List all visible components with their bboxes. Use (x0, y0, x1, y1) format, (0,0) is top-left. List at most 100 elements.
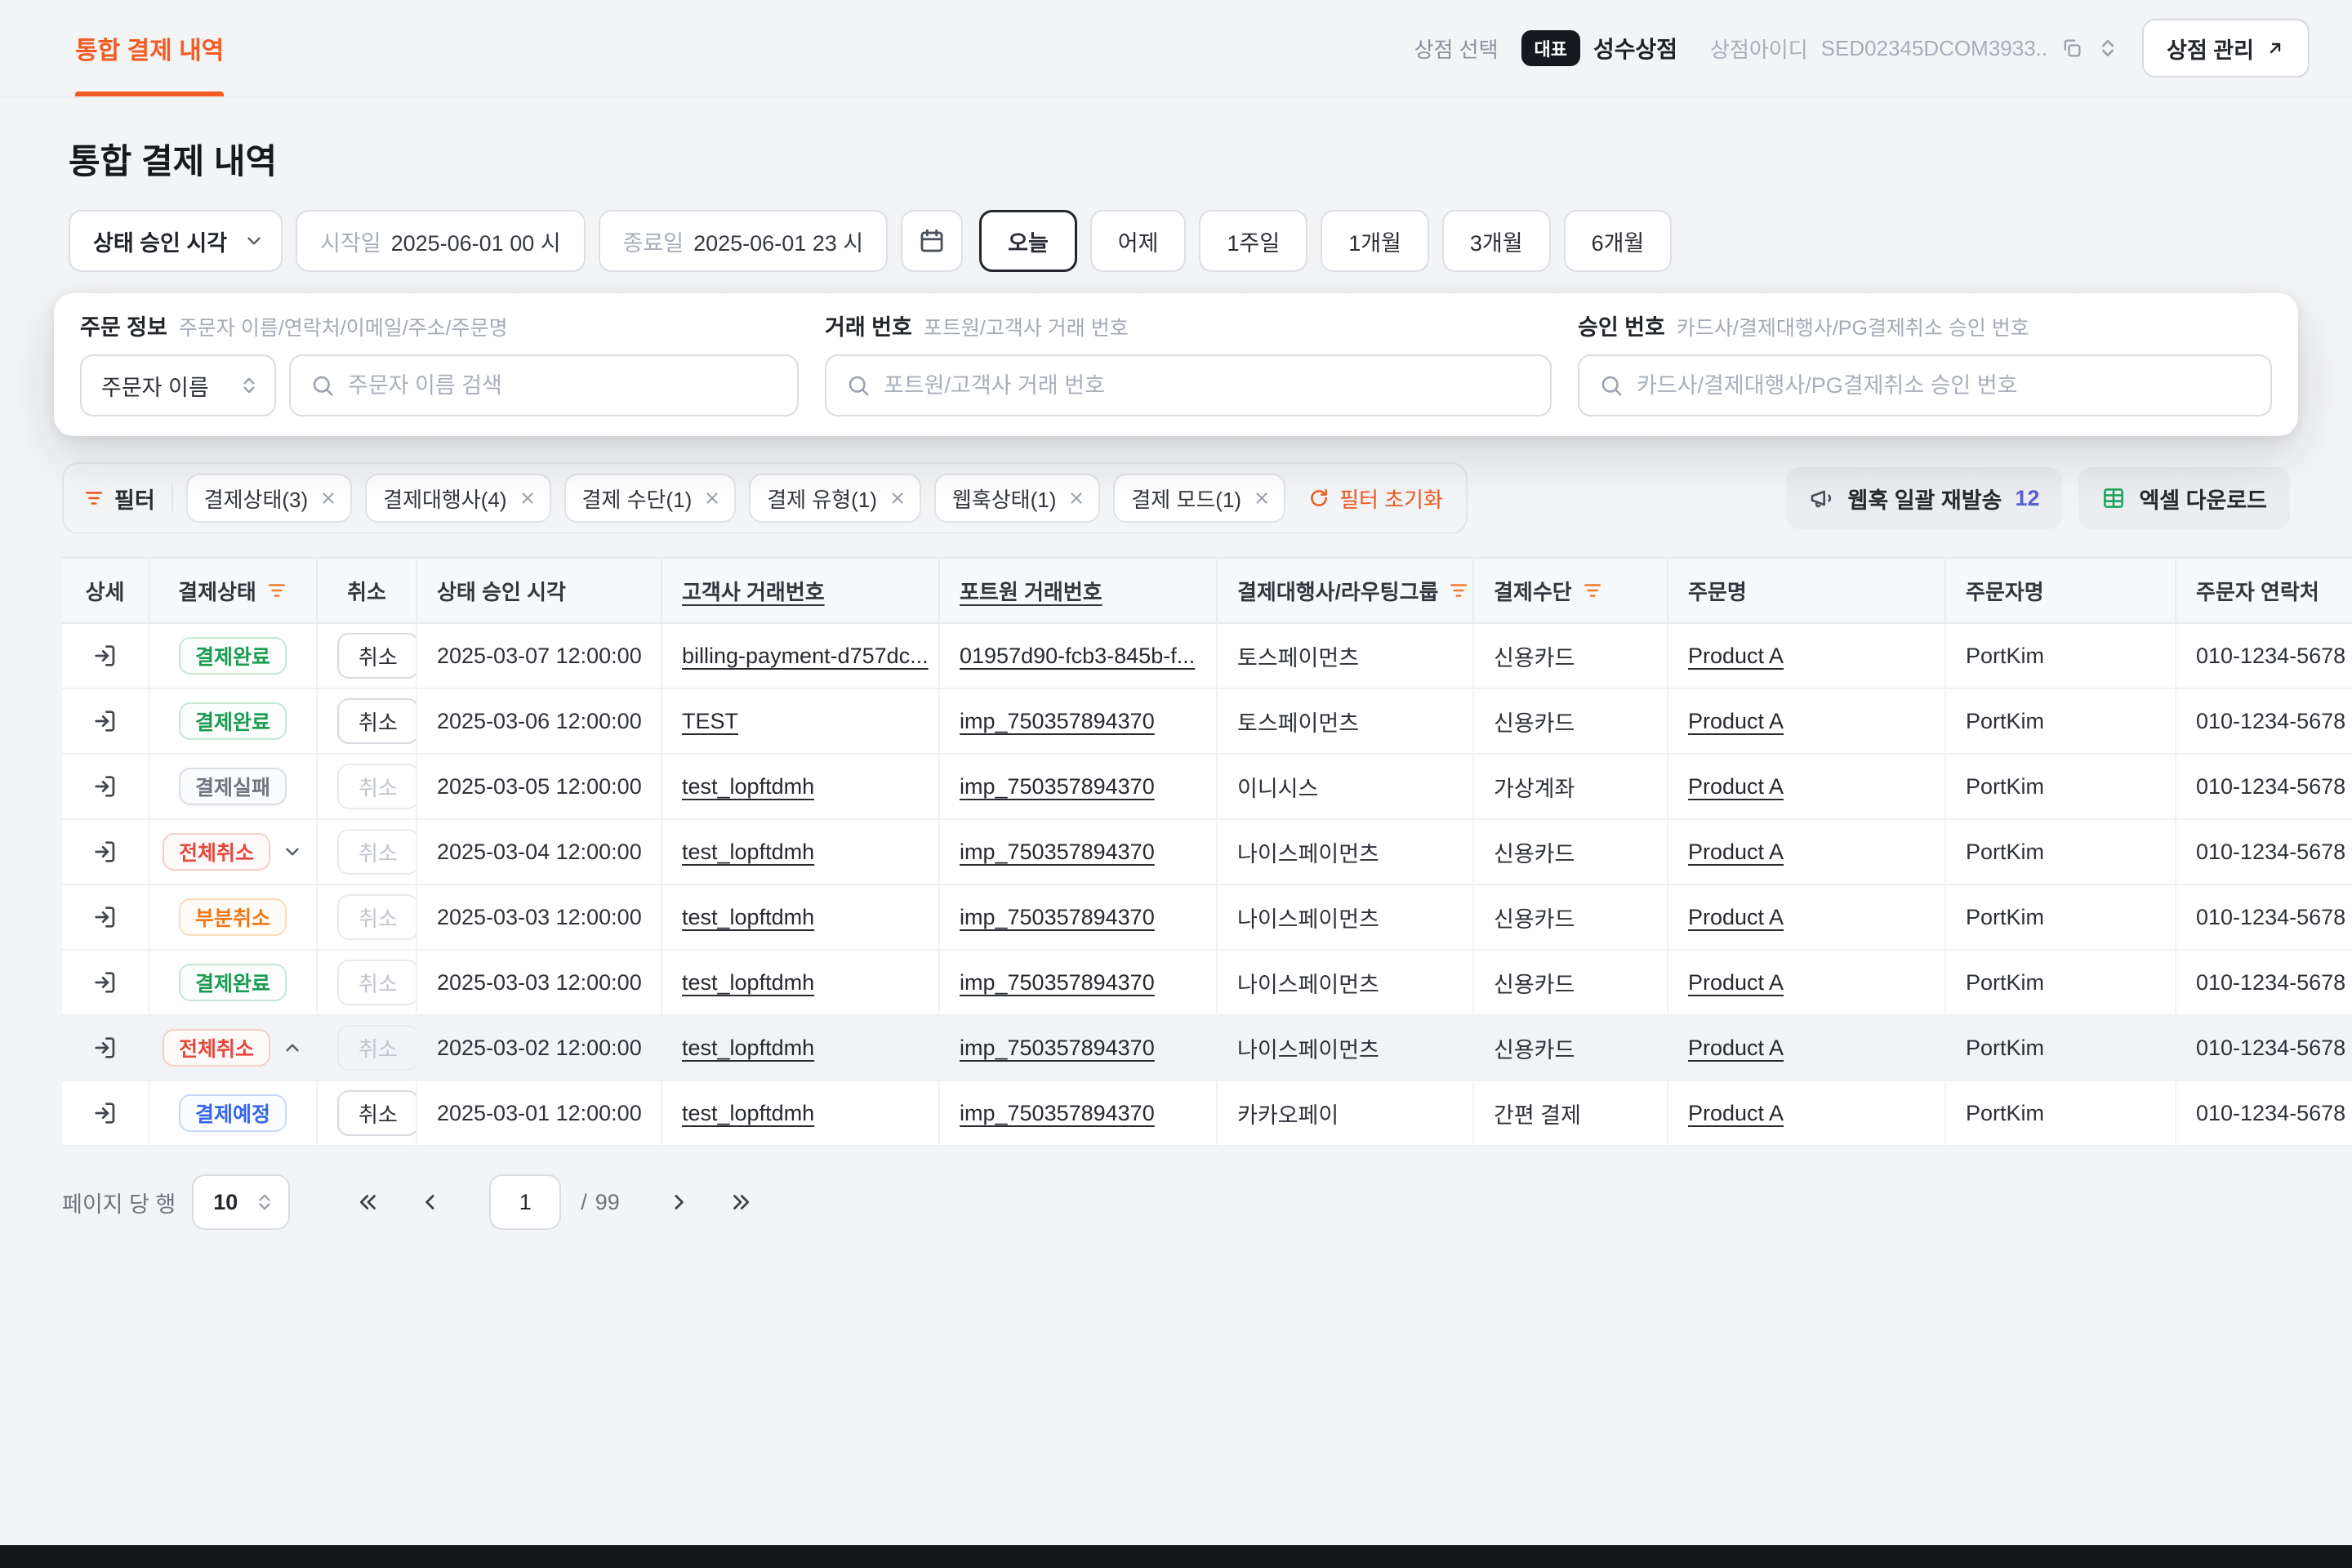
quick-range-button[interactable]: 1개월 (1321, 210, 1429, 272)
copy-icon[interactable] (2060, 37, 2083, 60)
cancel-button[interactable]: 취소 (337, 633, 416, 679)
row-detail-button[interactable] (91, 903, 119, 931)
first-page-button[interactable] (342, 1176, 394, 1228)
portone-tx-link[interactable]: imp_750357894370 (960, 774, 1155, 799)
close-icon[interactable] (1253, 489, 1271, 507)
row-detail-button[interactable] (91, 969, 119, 996)
payment-status-badge: 결제완료 (179, 637, 287, 675)
webhook-resend-button[interactable]: 웹훅 일괄 재발송 12 (1786, 467, 2063, 529)
portone-tx-link[interactable]: imp_750357894370 (960, 905, 1155, 929)
order-search-field-select[interactable]: 주문자 이름 (80, 354, 276, 416)
column-header[interactable]: 고객사 거래번호 (662, 558, 939, 623)
store-picker[interactable]: 대표 성수상점 상점아이디 SED02345DCOM3933.. (1521, 30, 2120, 66)
order-name-link[interactable]: Product A (1688, 905, 1784, 929)
customer-phone: 010-1234-5678 (2176, 1080, 2352, 1146)
row-detail-button[interactable] (91, 1034, 119, 1062)
start-date-input[interactable]: 시작일 2025-06-01 00 시 (296, 210, 586, 272)
portone-tx-link[interactable]: 01957d90-fcb3-845b-f... (960, 644, 1195, 668)
quick-range-button[interactable]: 1주일 (1199, 210, 1307, 272)
merchant-tx-link[interactable]: test_lopftdmh (682, 840, 814, 864)
store-manage-button[interactable]: 상점 관리 (2142, 19, 2310, 78)
merchant-tx-link[interactable]: test_lopftdmh (682, 970, 814, 995)
portone-tx-link[interactable]: imp_750357894370 (960, 840, 1155, 864)
rows-per-page-select[interactable]: 10 (192, 1174, 290, 1230)
order-search-input[interactable] (348, 373, 777, 399)
filter-chip[interactable]: 결제 모드(1) (1113, 474, 1285, 523)
close-icon[interactable] (319, 489, 337, 507)
close-icon[interactable] (703, 489, 721, 507)
approval-number-search-input[interactable] (1637, 373, 2251, 399)
column-header[interactable]: 포트원 거래번호 (939, 558, 1217, 623)
filter-chip[interactable]: 결제 수단(1) (564, 474, 737, 523)
page-number-input[interactable] (489, 1174, 561, 1230)
filter-button[interactable]: 필터 (80, 483, 158, 514)
cancel-button[interactable]: 취소 (337, 698, 416, 744)
filter-chip[interactable]: 결제상태(3) (186, 474, 352, 523)
chevron-down-icon (243, 230, 265, 252)
row-detail-button[interactable] (91, 773, 119, 800)
row-detail-button[interactable] (91, 642, 119, 670)
order-name-link[interactable]: Product A (1688, 709, 1784, 733)
merchant-tx-link[interactable]: test_lopftdmh (682, 1101, 814, 1125)
excel-download-button[interactable]: 엑셀 다운로드 (2078, 467, 2290, 529)
customer-name: PortKim (1945, 688, 2176, 754)
row-detail-button[interactable] (91, 1099, 119, 1127)
chevron-up-icon[interactable] (282, 1037, 303, 1058)
close-icon[interactable] (519, 489, 537, 507)
section-subtitle: 주문자 이름/연락처/이메일/주소/주문명 (179, 312, 508, 341)
customer-name: PortKim (1945, 1015, 2176, 1080)
merchant-tx-link[interactable]: TEST (682, 709, 738, 733)
row-detail-button[interactable] (91, 707, 119, 735)
next-page-button[interactable] (653, 1176, 705, 1228)
chevron-down-icon[interactable] (282, 841, 303, 862)
portone-tx-link[interactable]: imp_750357894370 (960, 970, 1155, 995)
filter-chip[interactable]: 웹훅상태(1) (934, 474, 1100, 523)
merchant-tx-link[interactable]: test_lopftdmh (682, 774, 814, 799)
quick-range-button[interactable]: 오늘 (979, 210, 1077, 272)
prev-page-button[interactable] (404, 1176, 457, 1228)
filter-reset-button[interactable]: 필터 초기화 (1302, 483, 1450, 514)
rows-per-page-label: 페이지 당 행 (62, 1187, 176, 1218)
close-icon[interactable] (1067, 489, 1085, 507)
order-name-link[interactable]: Product A (1688, 774, 1784, 799)
tx-number-search-input[interactable] (884, 373, 1530, 399)
portone-tx-link[interactable]: imp_750357894370 (960, 1101, 1155, 1125)
section-title: 주문 정보 (80, 310, 167, 341)
column-filter-icon[interactable] (1448, 580, 1469, 601)
column-header[interactable]: 결제대행사/라우팅그룹 (1217, 558, 1473, 623)
quick-range-button[interactable]: 어제 (1090, 210, 1187, 272)
merchant-tx-link[interactable]: test_lopftdmh (682, 905, 814, 929)
tab-integrated-payments[interactable]: 통합 결제 내역 (75, 0, 224, 96)
filter-chip[interactable]: 결제 유형(1) (749, 474, 921, 523)
detail-enter-icon (91, 969, 119, 996)
last-page-button[interactable] (715, 1176, 767, 1228)
row-detail-button[interactable] (91, 838, 119, 866)
cancel-button[interactable]: 취소 (337, 1090, 416, 1136)
column-filter-icon[interactable] (1582, 580, 1603, 601)
order-name-link[interactable]: Product A (1688, 1036, 1784, 1060)
portone-tx-link[interactable]: imp_750357894370 (960, 709, 1155, 733)
payment-method: 신용카드 (1473, 688, 1668, 754)
order-name-link[interactable]: Product A (1688, 970, 1784, 995)
page-total: /99 (581, 1190, 620, 1215)
payment-method: 신용카드 (1473, 884, 1668, 950)
column-header[interactable]: 결제상태 (149, 558, 317, 623)
calendar-button[interactable] (901, 210, 963, 272)
chevron-right-icon (666, 1190, 691, 1214)
portone-tx-link[interactable]: imp_750357894370 (960, 1036, 1155, 1060)
time-type-select[interactable]: 상태 승인 시각 (69, 210, 283, 272)
close-icon[interactable] (889, 489, 906, 507)
quick-range-button[interactable]: 6개월 (1564, 210, 1673, 272)
filter-chip[interactable]: 결제대행사(4) (365, 474, 550, 523)
order-name-link[interactable]: Product A (1688, 1101, 1784, 1125)
column-filter-icon[interactable] (266, 580, 287, 601)
quick-range-button[interactable]: 3개월 (1442, 210, 1551, 272)
customer-name: PortKim (1945, 754, 2176, 819)
order-name-link[interactable]: Product A (1688, 644, 1784, 668)
column-header[interactable]: 결제수단 (1473, 558, 1668, 623)
order-name-link[interactable]: Product A (1688, 840, 1784, 864)
chip-label: 결제 모드(1) (1131, 483, 1241, 514)
merchant-tx-link[interactable]: test_lopftdmh (682, 1036, 814, 1060)
merchant-tx-link[interactable]: billing-payment-d757dc... (682, 644, 929, 668)
end-date-input[interactable]: 종료일 2025-06-01 23 시 (599, 210, 889, 272)
